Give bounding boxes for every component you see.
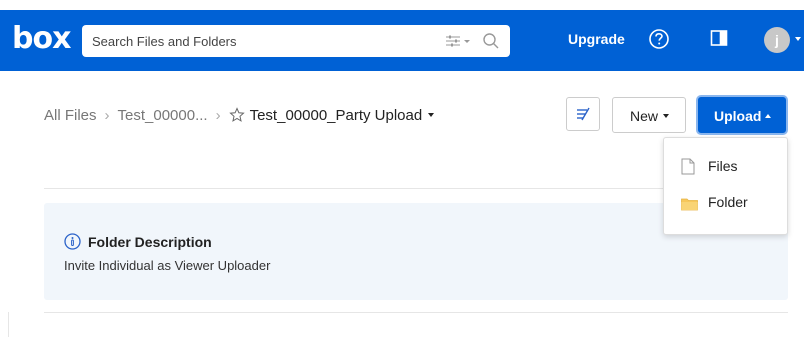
new-button[interactable]: New [612, 97, 686, 133]
help-icon[interactable] [648, 28, 670, 50]
upload-files-menu-item[interactable]: Files [664, 150, 787, 184]
edit-metadata-button[interactable] [566, 97, 600, 131]
menu-item-label: Folder [708, 194, 748, 210]
current-folder-name[interactable]: Test_00000_Party Upload [250, 107, 423, 124]
upload-folder-menu-item[interactable]: Folder [664, 186, 787, 220]
info-icon [64, 233, 81, 250]
top-navigation-bar: box Upgrade [0, 10, 804, 71]
breadcrumb: All Files › Test_00000... › Test_00000_Party… [44, 106, 435, 124]
divider [44, 312, 788, 313]
breadcrumb-all-files[interactable]: All Files [44, 107, 97, 124]
upload-button[interactable]: Upload [698, 97, 786, 133]
divider [8, 312, 9, 337]
search-box [82, 25, 510, 57]
upgrade-link[interactable]: Upgrade [568, 31, 625, 47]
star-icon[interactable] [228, 107, 245, 123]
upload-button-label: Upload [714, 108, 762, 124]
folder-icon [681, 198, 698, 211]
breadcrumb-parent-folder[interactable]: Test_00000... [118, 107, 208, 124]
file-icon [681, 158, 695, 175]
breadcrumb-separator: › [215, 106, 221, 124]
search-filter-button[interactable] [444, 33, 474, 49]
menu-item-label: Files [708, 158, 738, 174]
upload-dropdown-menu: Files Folder [663, 137, 788, 235]
sidebar-panel-icon[interactable] [710, 29, 728, 47]
chevron-down-icon[interactable] [795, 37, 801, 41]
filter-sliders-icon [446, 35, 470, 47]
breadcrumb-separator: › [104, 106, 110, 124]
user-avatar[interactable]: j [764, 27, 790, 53]
chevron-down-icon[interactable] [428, 113, 435, 118]
folder-description-text: Invite Individual as Viewer Uploader [64, 258, 271, 273]
box-logo[interactable]: box [12, 24, 71, 54]
folder-description-title: Folder Description [88, 234, 212, 250]
chevron-down-icon [663, 114, 669, 118]
chevron-up-icon [765, 114, 771, 118]
search-icon[interactable] [482, 32, 500, 50]
new-button-label: New [630, 108, 659, 124]
search-input[interactable] [82, 25, 432, 57]
edit-lines-icon [577, 107, 590, 121]
